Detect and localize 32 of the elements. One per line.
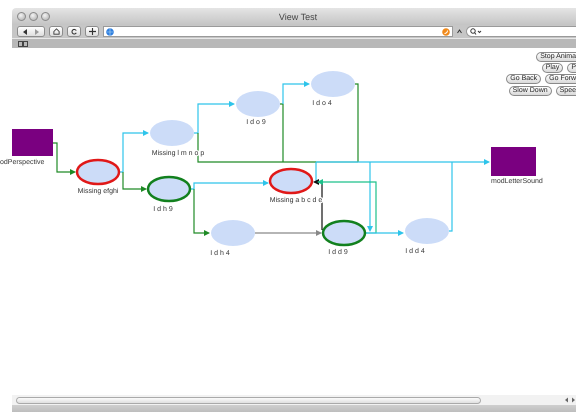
globe-icon <box>106 28 114 36</box>
module-node <box>12 129 53 156</box>
state-node <box>311 71 355 97</box>
scrollbar-thumb[interactable] <box>16 396 481 404</box>
state-node <box>236 91 280 117</box>
search-field[interactable] <box>466 26 576 37</box>
home-button[interactable] <box>49 26 63 37</box>
window-title: View Test <box>278 12 318 22</box>
back-forward-button[interactable] <box>17 26 45 37</box>
state-node <box>211 220 255 246</box>
back-forward-arrows-icon <box>22 28 40 34</box>
zoom-button[interactable] <box>41 12 50 21</box>
plus-icon <box>88 28 96 35</box>
bookmarks-icon[interactable] <box>18 40 28 46</box>
module-node <box>491 147 536 176</box>
minimize-button[interactable] <box>29 12 38 21</box>
close-button[interactable] <box>17 12 26 21</box>
state-node <box>405 218 449 244</box>
state-node <box>150 120 194 146</box>
reload-icon <box>70 28 78 35</box>
home-icon <box>52 28 60 35</box>
address-field[interactable] <box>103 26 453 37</box>
feed-icon <box>442 28 450 36</box>
reload-button[interactable] <box>67 26 81 37</box>
search-icon <box>470 28 482 35</box>
scroll-arrows-icon[interactable] <box>564 397 576 403</box>
snapback-icon[interactable] <box>457 29 462 34</box>
connector-line <box>449 162 453 232</box>
connector-arrow <box>282 81 310 104</box>
add-bookmark-button[interactable] <box>85 26 99 37</box>
connector-arrow <box>53 142 76 175</box>
connector-arrow <box>194 101 235 134</box>
